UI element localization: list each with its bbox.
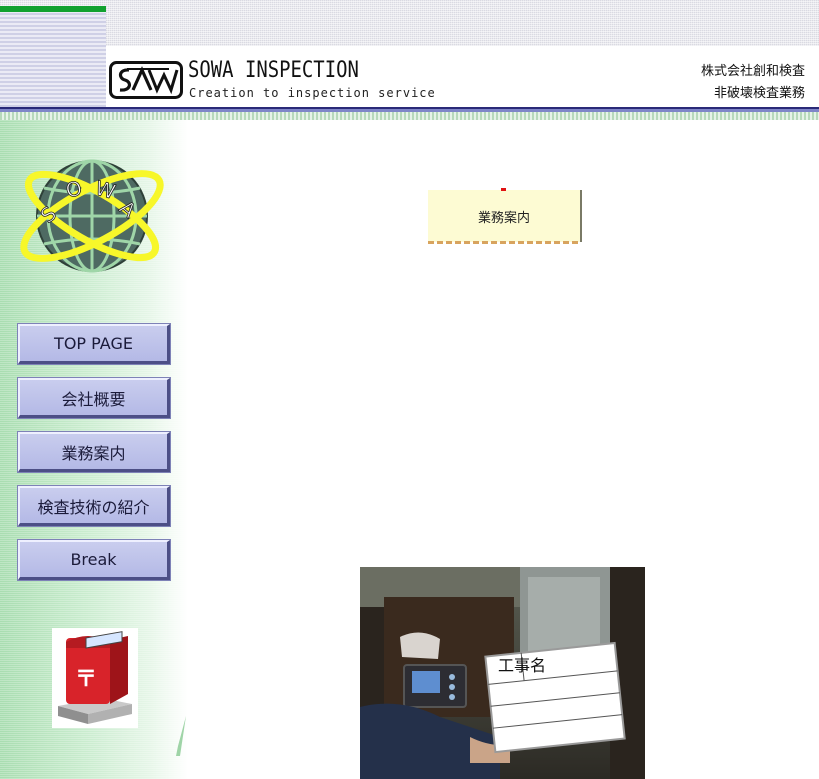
decorative-shard xyxy=(176,716,186,756)
svg-text:〒: 〒 xyxy=(75,667,97,692)
header-top-strip xyxy=(0,0,819,46)
nav-company-profile-button[interactable]: 会社概要 xyxy=(17,377,171,419)
label-accent-mark xyxy=(501,188,506,191)
header-corner-block xyxy=(0,12,106,107)
brand-tagline: Creation to inspection service xyxy=(189,86,436,100)
company-division: 非破壊検査業務 xyxy=(713,86,805,101)
nav-inspection-tech-button[interactable]: 検査技術の紹介 xyxy=(17,485,171,527)
nav-break-button[interactable]: Break xyxy=(17,539,171,581)
mailbox-icon[interactable]: 〒 xyxy=(52,628,138,728)
header-band xyxy=(0,112,819,120)
brand-title: SOWA INSPECTION xyxy=(188,58,359,83)
nav-top-page-button[interactable]: TOP PAGE xyxy=(17,323,171,365)
sowa-logo-icon xyxy=(109,61,183,99)
section-title-label: 業務案内 xyxy=(428,188,582,244)
nav-business-guide-button[interactable]: 業務案内 xyxy=(17,431,171,473)
inspection-photo: 工事名 xyxy=(360,567,645,779)
label-dashed-base xyxy=(428,241,580,244)
photo-board-label: 工事名 xyxy=(498,656,546,675)
globe-emblem-icon: S O W A xyxy=(20,159,164,273)
section-title-text: 業務案内 xyxy=(477,210,530,226)
company-name: 株式会社創和検査 xyxy=(700,64,805,79)
